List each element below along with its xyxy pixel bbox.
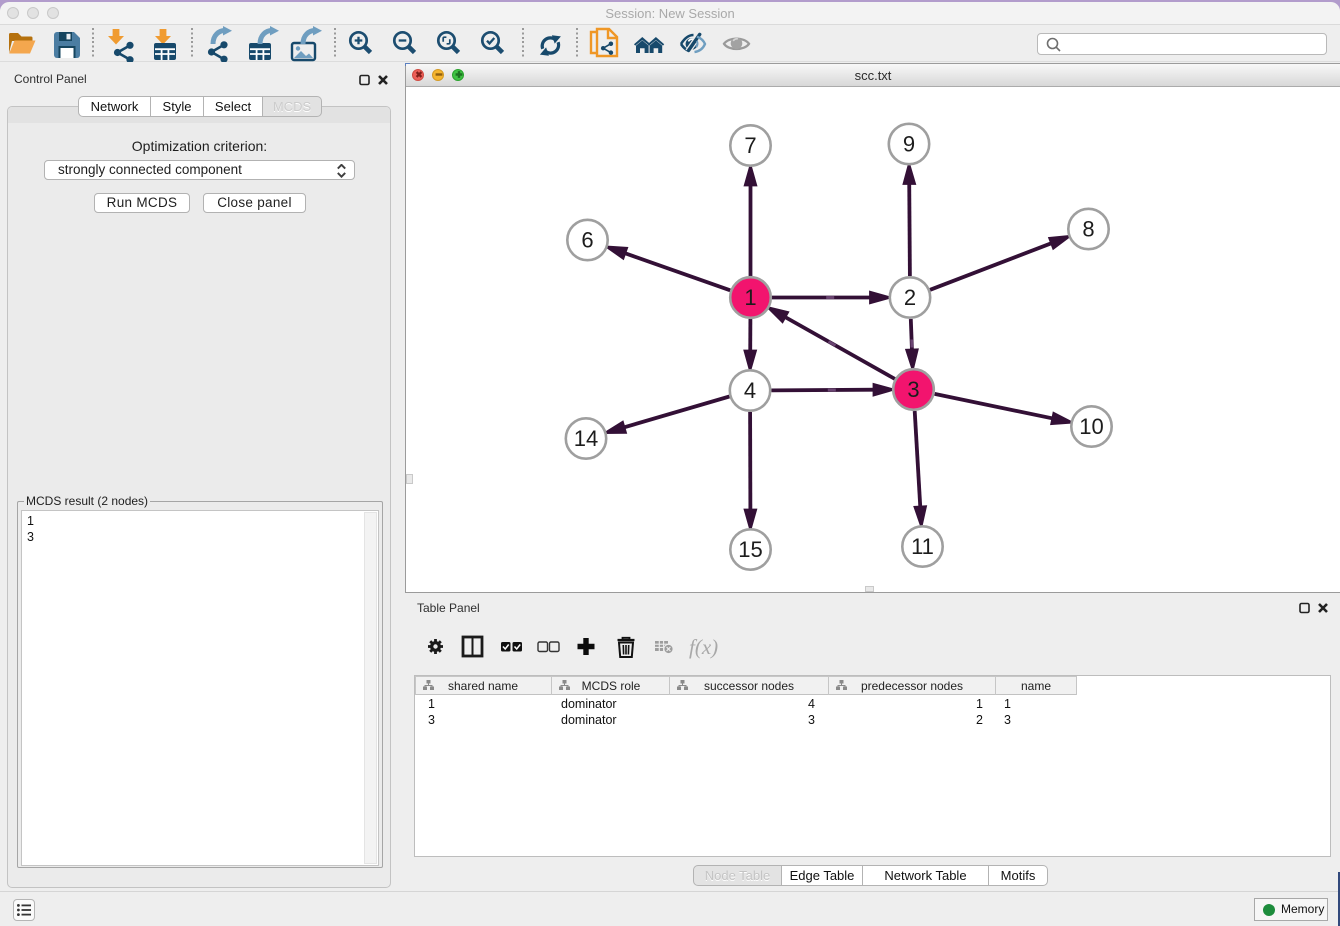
svg-text:3: 3 [428, 713, 435, 727]
svg-text:15: 15 [738, 537, 762, 562]
svg-text:predecessor nodes: predecessor nodes [861, 679, 963, 693]
svg-text:1: 1 [976, 697, 983, 711]
svg-text:7: 7 [744, 133, 756, 158]
svg-text:4: 4 [808, 697, 815, 711]
svg-text:3: 3 [1004, 713, 1011, 727]
svg-text:2: 2 [904, 285, 916, 310]
svg-text:6: 6 [581, 228, 593, 253]
svg-text:2: 2 [976, 713, 983, 727]
svg-text:10: 10 [1079, 414, 1103, 439]
svg-text:3: 3 [907, 377, 919, 402]
svg-text:name: name [1021, 679, 1051, 693]
svg-text:8: 8 [1082, 217, 1094, 242]
svg-text:11: 11 [911, 534, 934, 559]
svg-text:9: 9 [903, 132, 915, 157]
svg-text:shared name: shared name [448, 679, 518, 693]
svg-text:dominator: dominator [561, 697, 617, 711]
svg-text:f(x): f(x) [689, 635, 718, 659]
svg-text:1: 1 [744, 285, 756, 310]
svg-text:MCDS role: MCDS role [582, 679, 641, 693]
svg-text:1: 1 [428, 697, 435, 711]
svg-text:14: 14 [574, 426, 598, 451]
svg-text:3: 3 [808, 713, 815, 727]
svg-text:1: 1 [1004, 697, 1011, 711]
svg-text:successor nodes: successor nodes [704, 679, 794, 693]
svg-text:4: 4 [744, 378, 756, 403]
svg-text:dominator: dominator [561, 713, 617, 727]
